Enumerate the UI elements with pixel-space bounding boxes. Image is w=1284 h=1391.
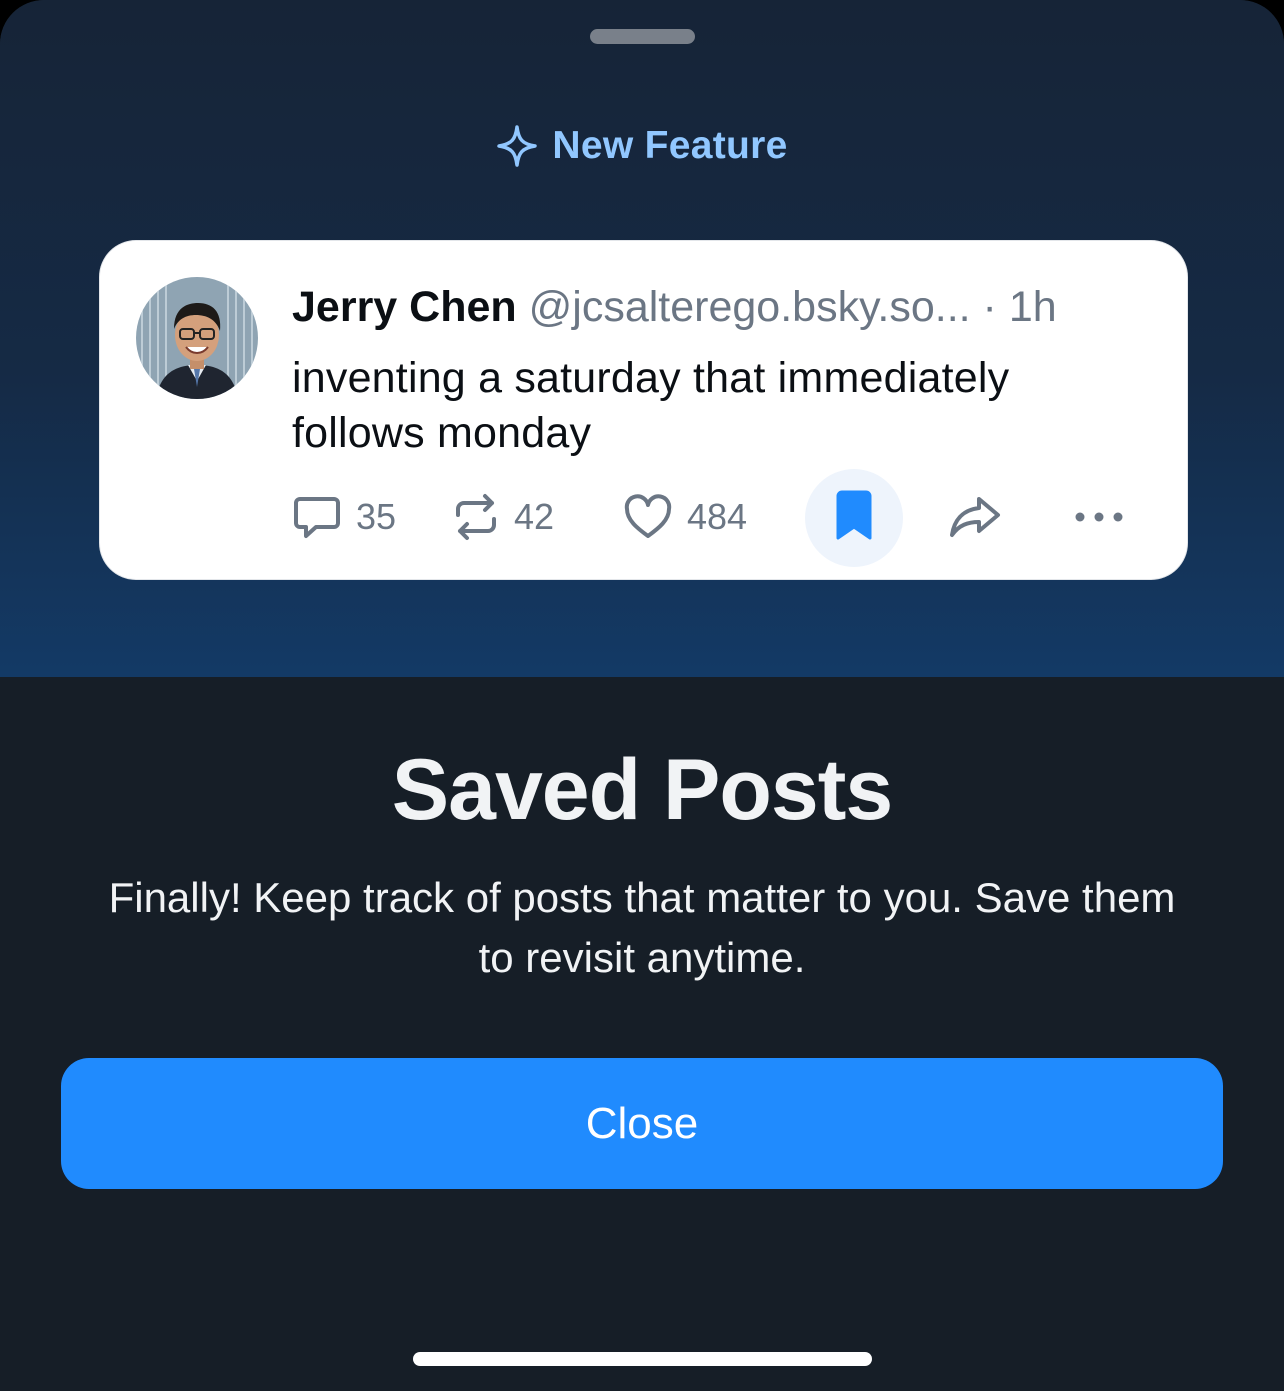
- feature-announcement-sheet: New Feature Jerry Chen @jcsalterego.bsky…: [0, 0, 1284, 1391]
- reply-count: 35: [356, 496, 397, 537]
- repost-button[interactable]: 42: [452, 467, 554, 567]
- author-name[interactable]: Jerry Chen: [292, 283, 517, 331]
- share-icon: [948, 495, 1002, 539]
- bookmark-icon: [832, 490, 876, 547]
- avatar: [136, 277, 258, 399]
- like-button[interactable]: 484: [623, 467, 747, 567]
- sparkle-icon: [496, 124, 538, 168]
- heart-icon: [623, 494, 673, 540]
- new-feature-tag: New Feature: [0, 118, 1284, 174]
- reply-button[interactable]: 35: [292, 467, 396, 567]
- meta-separator: ·: [982, 283, 997, 331]
- like-count: 484: [687, 496, 748, 537]
- post-preview-card: Jerry Chen @jcsalterego.bsky.so... · 1h …: [100, 241, 1187, 579]
- reply-icon: [292, 493, 342, 541]
- share-button[interactable]: [948, 467, 1002, 567]
- post-time: 1h: [1008, 283, 1057, 331]
- repost-icon: [452, 493, 500, 541]
- post-header: Jerry Chen @jcsalterego.bsky.so... · 1h: [292, 281, 1152, 333]
- repost-count: 42: [514, 496, 555, 537]
- more-icon: [1074, 511, 1124, 523]
- sheet-title: Saved Posts: [391, 742, 893, 838]
- bookmark-button[interactable]: [805, 469, 903, 567]
- feature-hero: New Feature Jerry Chen @jcsalterego.bsky…: [0, 0, 1284, 677]
- post-text: inventing a saturday that immediately fo…: [292, 354, 1010, 457]
- close-button[interactable]: Close: [61, 1058, 1223, 1189]
- sheet-grabber[interactable]: [590, 29, 695, 44]
- post-actions: 35 42 484: [100, 467, 1187, 567]
- more-options-button[interactable]: [1074, 467, 1124, 567]
- author-handle[interactable]: @jcsalterego.bsky.so...: [529, 283, 971, 331]
- new-feature-label: New Feature: [552, 124, 788, 167]
- sheet-description: Finally! Keep track of posts that matter…: [108, 874, 1176, 981]
- home-indicator[interactable]: [413, 1352, 872, 1366]
